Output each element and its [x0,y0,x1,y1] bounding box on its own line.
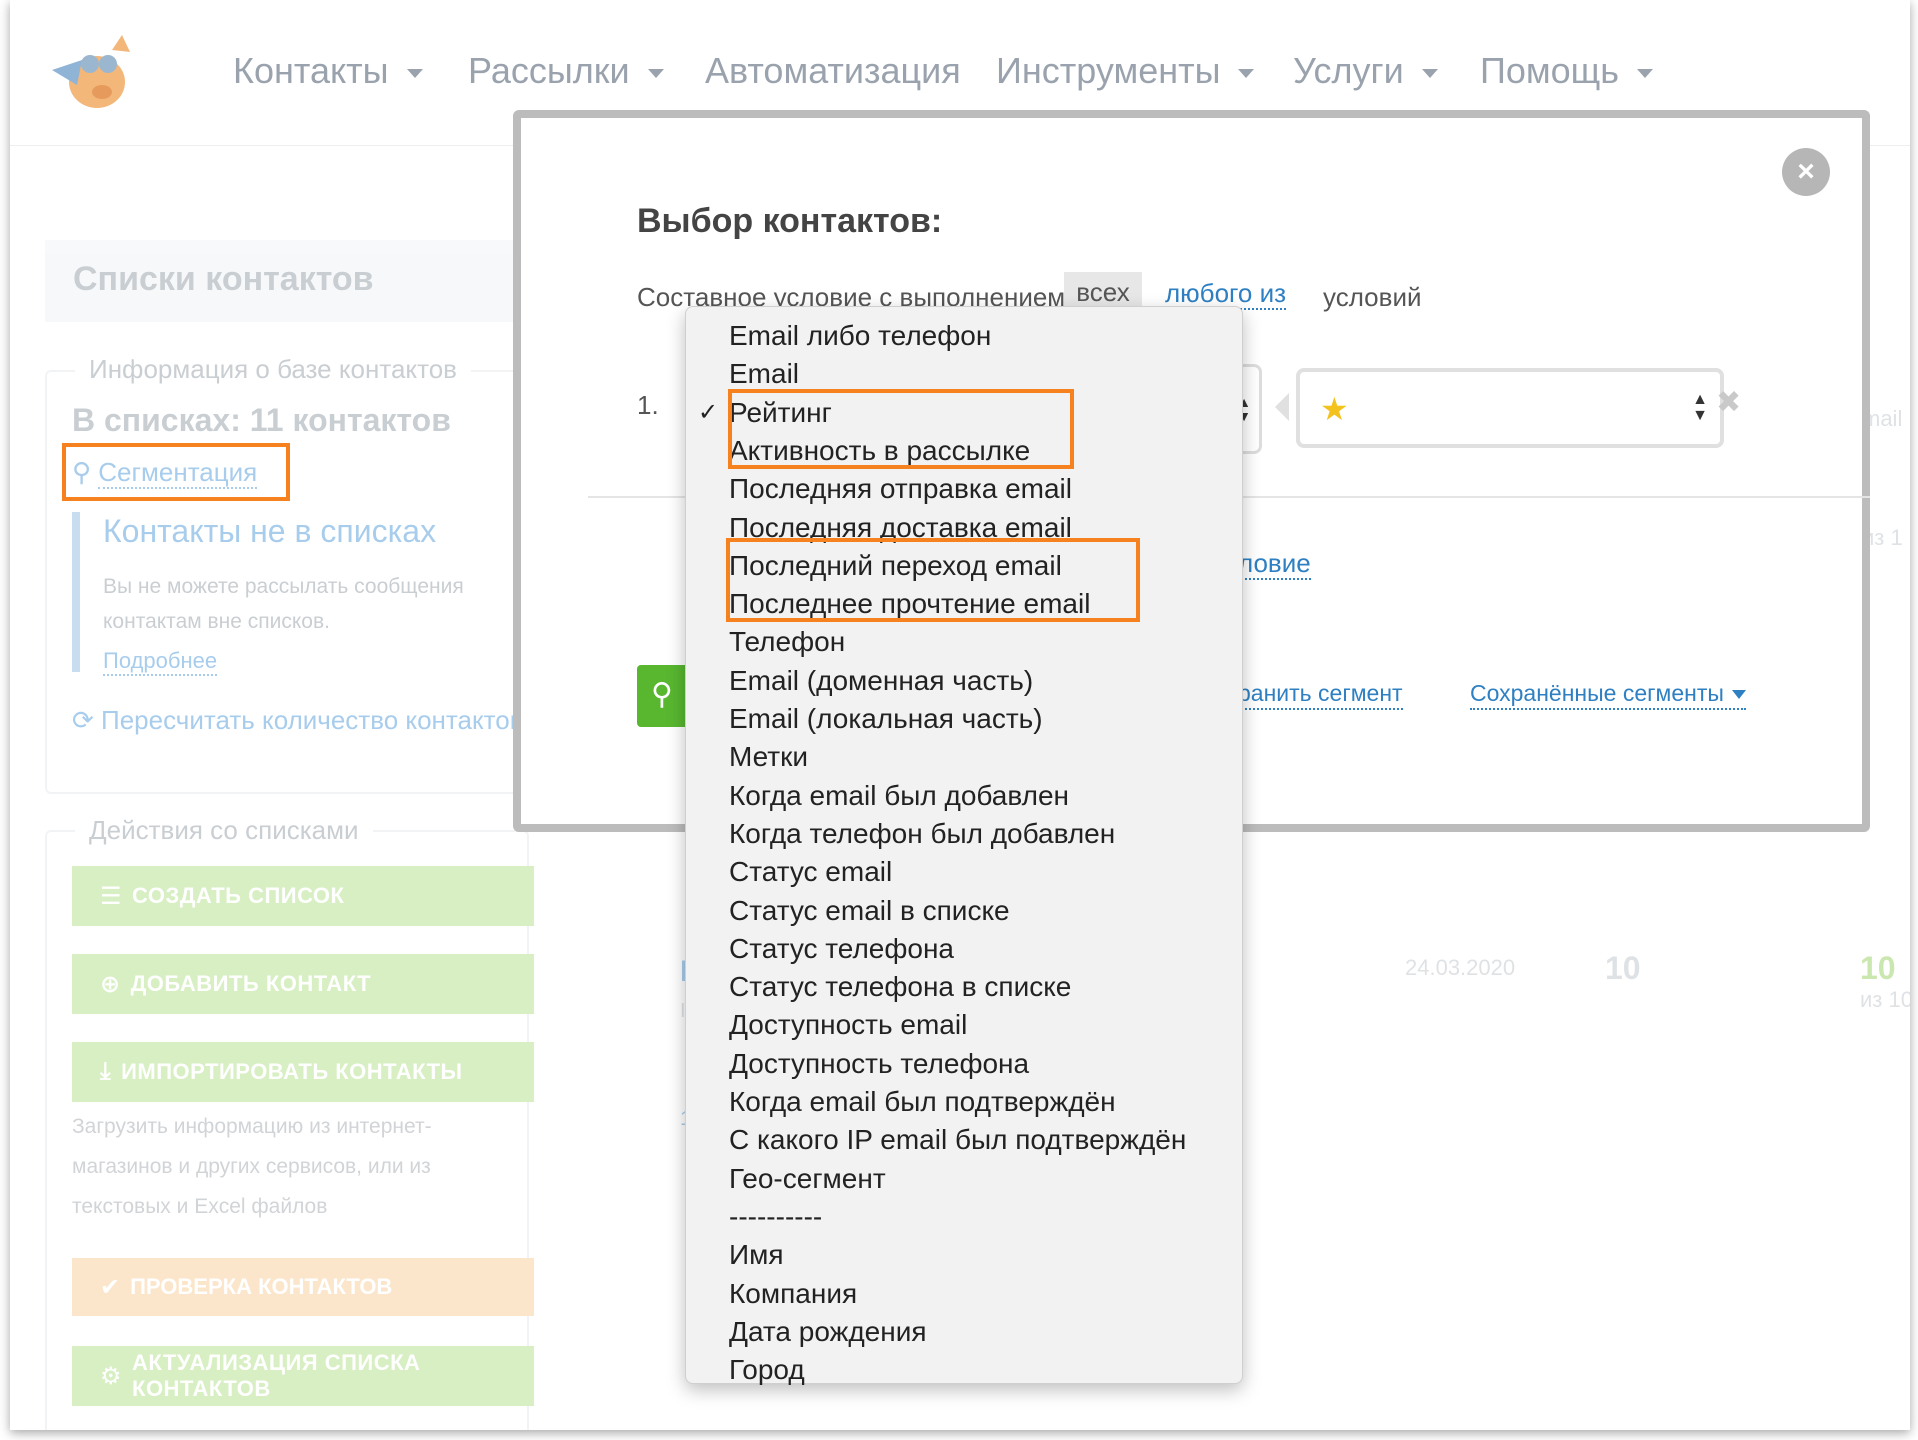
not-in-lists-link[interactable]: Контакты не в списках [103,513,436,550]
more-link[interactable]: Подробнее [103,648,218,676]
dropdown-option[interactable]: Статус телефона в списке [729,970,1071,1004]
add-condition-link[interactable]: ловие [1238,548,1311,580]
list-icon: ☰ [100,882,123,910]
remove-condition-icon[interactable]: ✖ [1716,385,1741,420]
dropdown-option[interactable]: Когда email был добавлен [729,779,1069,813]
dropdown-option[interactable]: Метки [729,740,808,774]
import-text-3: текстовых и Excel файлов [72,1195,328,1218]
chevron-down-icon [647,68,664,78]
dropdown-option[interactable]: Статус email [729,855,892,889]
chevron-down-icon [1421,68,1438,78]
dropdown-option[interactable]: Компания [729,1277,857,1311]
field-dropdown-menu: Email либо телефон Email Рейтинг ✓ Активност… [685,306,1243,1387]
not-in-lists-text-2: контактам вне списков. [103,610,330,633]
logo-icon [52,35,130,108]
download-icon: ⤓ [100,1058,112,1085]
dropdown-option[interactable]: С какого IP email был подтверждён [729,1123,1186,1157]
arrow-pointer [1275,393,1289,421]
search-button[interactable]: ⚲ [637,665,689,727]
dropdown-option[interactable]: Рейтинг [729,396,832,430]
condition-row-number: 1. [637,390,659,420]
dropdown-option[interactable]: Статус телефона [729,932,954,966]
dropdown-option[interactable]: Активность в рассылке [729,434,1030,468]
quote-bar [72,512,80,672]
dropdown-option[interactable]: Последнее прочтение email [729,587,1090,621]
search-icon: ⚲ [651,678,673,711]
dropdown-option[interactable]: Последняя доставка email [729,511,1072,545]
row-right-count: 10 [1860,950,1896,986]
dropdown-option[interactable]: Доступность email [729,1008,967,1042]
nav-automation[interactable]: Автоматизация [705,50,961,92]
dropdown-option[interactable]: Дата рождения [729,1315,927,1349]
import-contacts-button[interactable]: ⤓ ИМПОРТИРОВАТЬ КОНТАКТЫ [72,1042,534,1102]
in-lists-count: В списках: 11 контактов [72,402,451,438]
dropdown-option[interactable]: Когда email был подтверждён [729,1085,1116,1119]
dropdown-option[interactable]: Последняя отправка email [729,472,1072,506]
check-contacts-button[interactable]: ✔ ПРОВЕРКА КОНТАКТОВ [72,1258,534,1316]
refresh-icon: ⟳ [72,705,102,735]
segmentation-link[interactable]: ⚲ Сегментация [72,457,258,489]
dropdown-option[interactable]: Статус email в списке [729,894,1010,928]
dropdown-option[interactable]: Email (локальная часть) [729,702,1043,736]
chevron-down-icon [406,68,423,78]
row-right-of: из 10 [1860,987,1910,1012]
star-icon: ★ [1320,391,1349,427]
saved-segments-link[interactable]: Сохранённые сегменты [1470,678,1746,710]
add-contact-button[interactable]: ⊕ ДОБАВИТЬ КОНТАКТ [72,954,534,1014]
create-list-button[interactable]: ☰ СОЗДАТЬ СПИСОК [72,866,534,926]
conditions-word: условий [1323,282,1422,312]
nav-help[interactable]: Помощь [1480,50,1654,92]
nav-tools[interactable]: Инструменты [996,50,1255,92]
save-segment-link[interactable]: ранить сегмент [1238,678,1403,710]
row-count: 10 [1605,950,1641,986]
not-in-lists-text-1: Вы не можете рассылать сообщения [103,575,464,598]
checkmark-icon: ✔ [100,1273,121,1301]
dropdown-option[interactable]: Телефон [729,625,845,659]
actions-legend: Действия со списками [75,815,373,846]
stepper-icon: ▲ ▼ [1692,391,1708,424]
dropdown-option[interactable]: Гео-сегмент [729,1162,886,1196]
dropdown-option[interactable]: Email (доменная часть) [729,664,1033,698]
sidebar-header: Списки контактов [45,240,525,322]
dropdown-option[interactable]: Email либо телефон [729,319,991,353]
actualize-list-button[interactable]: ⚙ АКТУАЛИЗАЦИЯ СПИСКА КОНТАКТОВ [72,1346,534,1406]
plus-circle-icon: ⊕ [100,970,121,998]
dropdown-option[interactable]: Email [729,357,799,391]
dropdown-option[interactable]: Доступность телефона [729,1047,1029,1081]
dropdown-option[interactable]: Когда телефон был добавлен [729,817,1115,851]
chevron-down-icon [1637,68,1654,78]
info-legend: Информация о базе контактов [75,354,471,385]
modal-title: Выбор контактов: [637,202,943,240]
nav-mailings[interactable]: Рассылки [468,50,664,92]
close-icon[interactable]: × [1782,148,1830,196]
checkmark-icon: ✓ [698,398,719,426]
gears-icon: ⚙ [100,1362,123,1390]
search-icon: ⚲ [72,457,99,487]
import-text-2: магазинов и других сервисов, или из [72,1155,431,1178]
rating-value-select[interactable]: ★ ▲ ▼ [1296,368,1724,448]
nav-contacts[interactable]: Контакты [233,50,423,92]
recount-link[interactable]: ⟳ Пересчитать количество контактов [72,705,524,736]
dropdown-option[interactable]: Город [729,1353,805,1387]
dropdown-option[interactable]: Последний переход email [729,549,1062,583]
nav-services[interactable]: Услуги [1293,50,1438,92]
chevron-down-icon [1731,690,1746,700]
dropdown-option[interactable]: ---------- [729,1200,822,1234]
dropdown-option[interactable]: Имя [729,1238,784,1272]
import-text-1: Загрузить информацию из интернет- [72,1115,432,1138]
row-date: 24.03.2020 [1405,955,1516,980]
chevron-down-icon [1238,68,1255,78]
